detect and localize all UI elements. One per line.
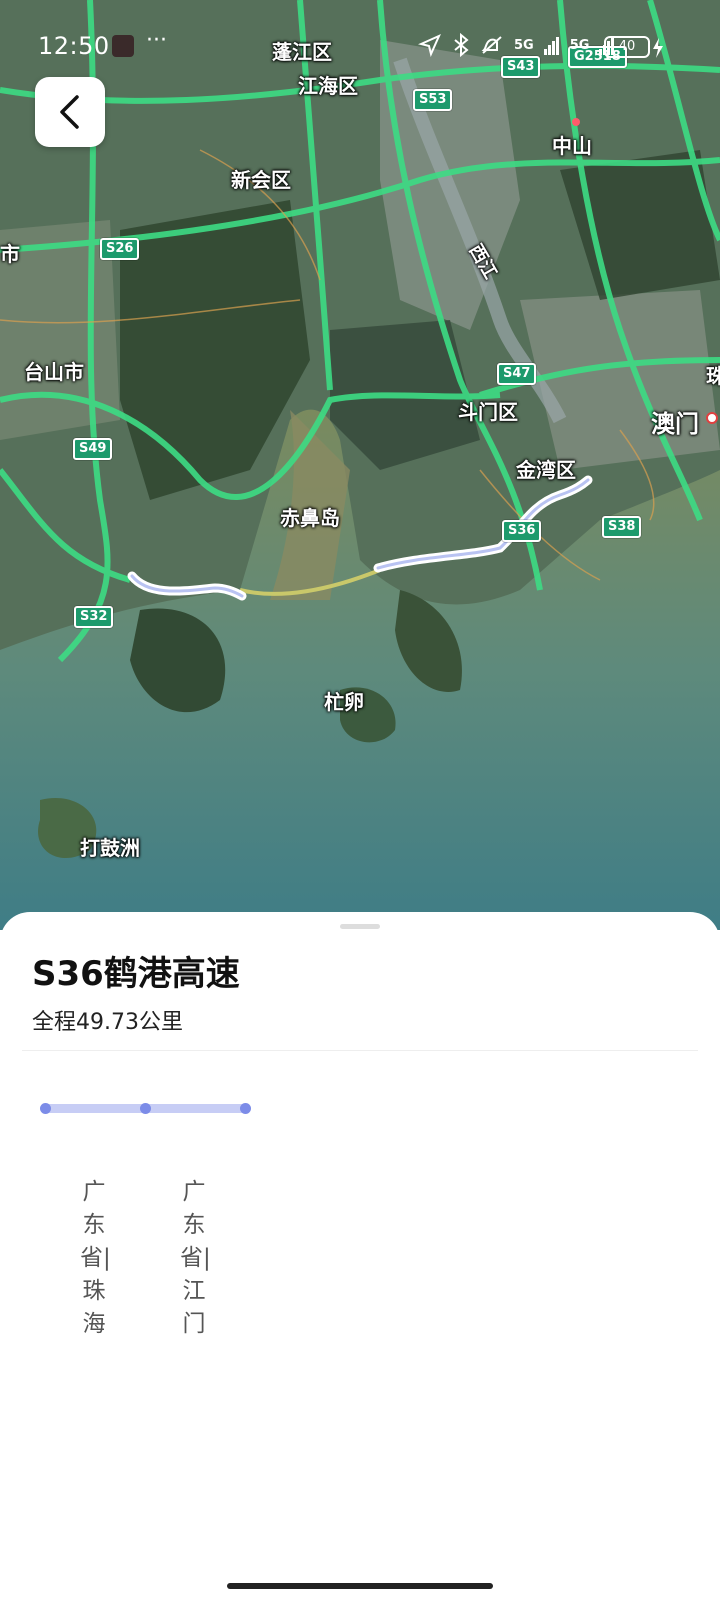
sheet-drag-handle[interactable] — [340, 924, 380, 929]
place-label-xinhui: 新会区 — [231, 168, 291, 192]
status-icons: 5G 5G — [418, 30, 615, 60]
highway-shield-s47: S47 — [497, 363, 537, 385]
place-label-dagouzhou: 打鼓洲 — [80, 836, 140, 860]
home-indicator[interactable] — [227, 1583, 493, 1589]
route-title: S36鹤港高速 — [32, 954, 240, 994]
bluetooth-icon — [454, 33, 469, 57]
back-button[interactable] — [35, 77, 105, 147]
highway-shield-s36: S36 — [502, 520, 542, 542]
route-timeline — [40, 1102, 254, 1114]
location-icon — [418, 34, 441, 57]
stop-label-jiangmen[interactable]: 广东省|江门 — [180, 1176, 211, 1341]
highway-shield-s49: S49 — [73, 438, 113, 460]
battery-icon: 40 — [604, 36, 650, 58]
signal-icon — [543, 37, 559, 55]
chevron-left-icon — [60, 95, 79, 129]
charging-icon — [653, 38, 663, 58]
place-label-shi: 市 — [0, 242, 20, 266]
highway-shield-s53: S53 — [413, 89, 453, 111]
divider — [22, 1050, 698, 1051]
place-label-taishan: 台山市 — [24, 360, 84, 384]
place-label-zhongshan: 中山 — [552, 134, 592, 158]
place-label-doumen: 斗门区 — [458, 400, 518, 424]
map-view[interactable]: 蓬江区 江海区 中山 新会区 市 西江 台山市 斗门区 澳门 金湾区 赤鼻岛 杧… — [0, 0, 720, 930]
signal-5g-1: 5G — [514, 37, 534, 53]
stop-label-zhuhai[interactable]: 广东省|珠海 — [80, 1176, 111, 1341]
place-label-jinwan: 金湾区 — [516, 458, 576, 482]
signal-5g-2: 5G — [569, 37, 590, 53]
highway-shield-s32: S32 — [74, 606, 114, 628]
status-bar: 12:50 ··· 5G 5G 40 — [0, 0, 720, 92]
route-length: 全程49.73公里 — [32, 1010, 183, 1035]
highway-shield-s38: S38 — [602, 516, 642, 538]
route-info-sheet[interactable]: S36鹤港高速 全程49.73公里 广东省|珠海 广东省|江门 — [0, 912, 720, 1600]
place-label-aomen: 澳门 — [651, 410, 699, 438]
timeline-dot-start — [40, 1103, 51, 1114]
battery-level: 40 — [618, 39, 636, 54]
place-label-mangluan: 杧卵 — [324, 690, 364, 714]
highway-shield-s26: S26 — [100, 238, 140, 260]
status-time: 12:50 — [38, 32, 110, 60]
place-label-zhu: 珠 — [706, 364, 720, 388]
more-notifications-icon: ··· — [146, 28, 167, 53]
place-label-chibidao: 赤鼻岛 — [280, 506, 340, 530]
timeline-dot-middle — [140, 1103, 151, 1114]
mute-icon — [481, 36, 502, 54]
timeline-dot-end — [240, 1103, 251, 1114]
satellite-map — [0, 0, 720, 930]
app-notification-icon — [112, 35, 134, 57]
